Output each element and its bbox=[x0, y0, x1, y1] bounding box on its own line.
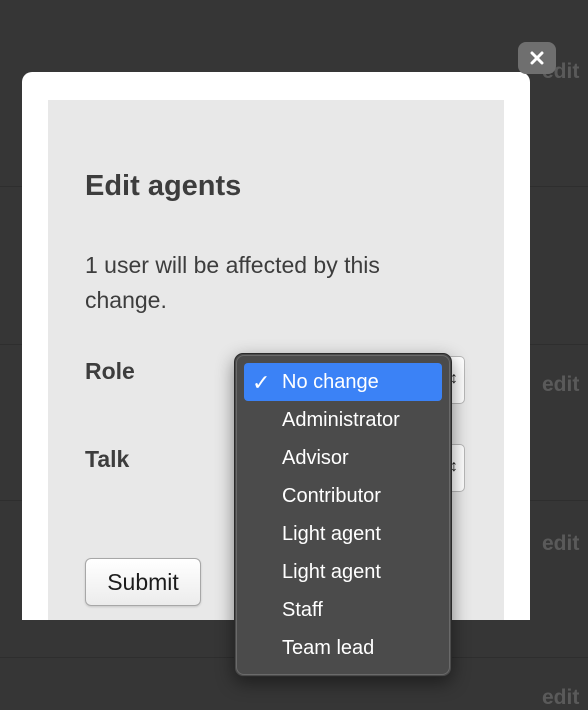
role-dropdown-menu: ✓ No change Administrator Advisor Contri… bbox=[234, 353, 452, 677]
modal-title: Edit agents bbox=[85, 170, 242, 202]
edit-link[interactable]: edit bbox=[542, 373, 579, 397]
dropdown-option-administrator[interactable]: Administrator bbox=[244, 401, 442, 439]
dropdown-option-light-agent[interactable]: Light agent bbox=[244, 515, 442, 553]
dropdown-option-staff[interactable]: Staff bbox=[244, 591, 442, 629]
edit-link[interactable]: edit bbox=[542, 686, 579, 710]
checkmark-icon: ✓ bbox=[252, 370, 271, 395]
role-label: Role bbox=[85, 358, 135, 384]
modal-description: 1 user will be affected by this change. bbox=[85, 252, 380, 313]
dropdown-option-contributor[interactable]: Contributor bbox=[244, 477, 442, 515]
dropdown-option-advisor[interactable]: Advisor bbox=[244, 439, 442, 477]
dropdown-option-light-agent[interactable]: Light agent bbox=[244, 553, 442, 591]
dropdown-option-team-lead[interactable]: Team lead bbox=[244, 629, 442, 667]
dropdown-option-no-change[interactable]: ✓ No change bbox=[244, 363, 442, 401]
edit-link[interactable]: edit bbox=[542, 532, 579, 556]
close-icon bbox=[530, 51, 544, 65]
close-button[interactable] bbox=[518, 42, 556, 74]
submit-button[interactable]: Submit bbox=[85, 558, 201, 606]
talk-label: Talk bbox=[85, 446, 130, 472]
